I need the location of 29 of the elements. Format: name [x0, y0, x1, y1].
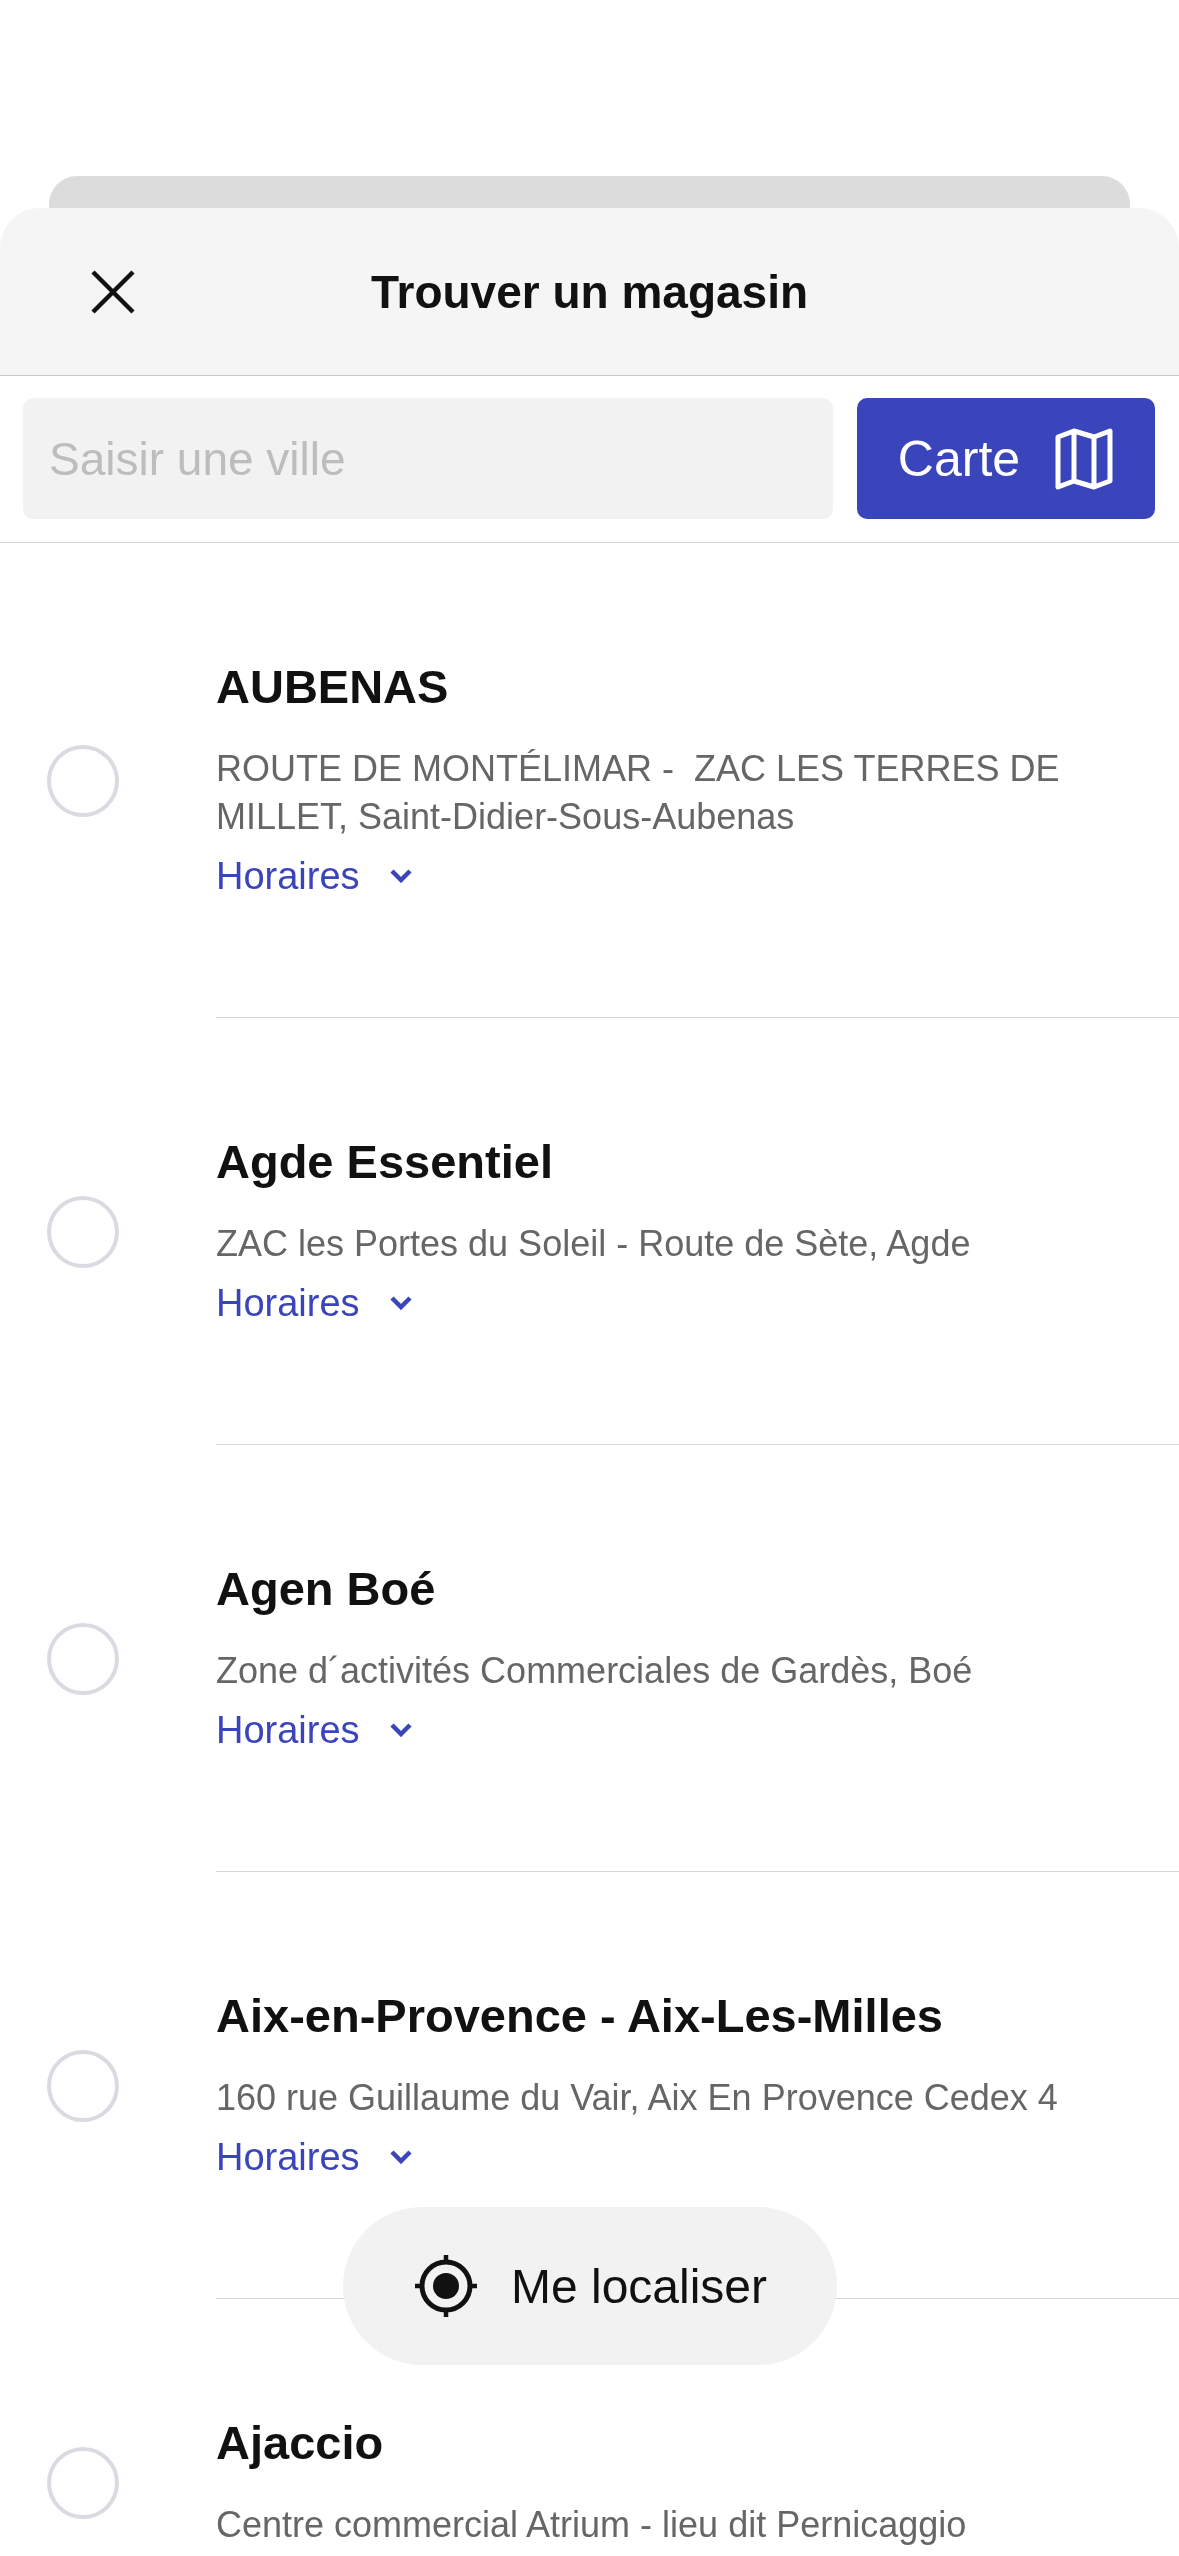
store-name: Agde Essentiel [216, 1134, 554, 1190]
store-name: Ajaccio [216, 2415, 385, 2471]
store-name: AUBENAS [216, 659, 450, 715]
store-address: ROUTE DE MONTÉLIMAR - ZAC LES TERRES DE MILLET, Saint-Didier-Sous-Aubenas [216, 747, 1061, 839]
location-target-icon [412, 2253, 479, 2319]
hours-link[interactable]: Horaires [216, 854, 360, 898]
radio-button[interactable] [47, 744, 119, 817]
hours-link[interactable]: Horaires [216, 2135, 360, 2179]
store-address: Zone d´activités Commerciales de Gardès, Boé [216, 1649, 974, 1693]
store-address: 160 rue Guillaume du Vair, Aix En Provence Cedex 4 [216, 2076, 1059, 2120]
chevron-down-icon[interactable] [389, 1723, 412, 1737]
map-icon [1054, 426, 1115, 491]
radio-button[interactable] [47, 2446, 119, 2519]
hours-link[interactable]: Horaires [216, 1281, 360, 1325]
chevron-down-icon[interactable] [389, 1296, 412, 1310]
map-button[interactable]: Carte [857, 398, 1155, 519]
store-address: ZAC les Portes du Soleil - Route de Sète, Agde [216, 1222, 972, 1266]
locate-me-button[interactable]: Me localiser [343, 2207, 837, 2365]
radio-button[interactable] [47, 1195, 119, 1268]
store-name: Aix-en-Provence - Aix-Les-Milles [216, 1988, 944, 2044]
store-name: Agen Boé [216, 1561, 437, 1617]
radio-button[interactable] [47, 1622, 119, 1695]
close-icon[interactable] [89, 268, 137, 316]
chevron-down-icon[interactable] [389, 869, 412, 883]
store-address: Centre commercial Atrium - lieu dit Pernicaggio [216, 2503, 968, 2547]
sheet-title: Trouver un magasin [370, 264, 809, 319]
chevron-down-icon[interactable] [389, 2150, 412, 2164]
hours-link[interactable]: Horaires [216, 1708, 360, 1752]
radio-button[interactable] [47, 2049, 119, 2122]
